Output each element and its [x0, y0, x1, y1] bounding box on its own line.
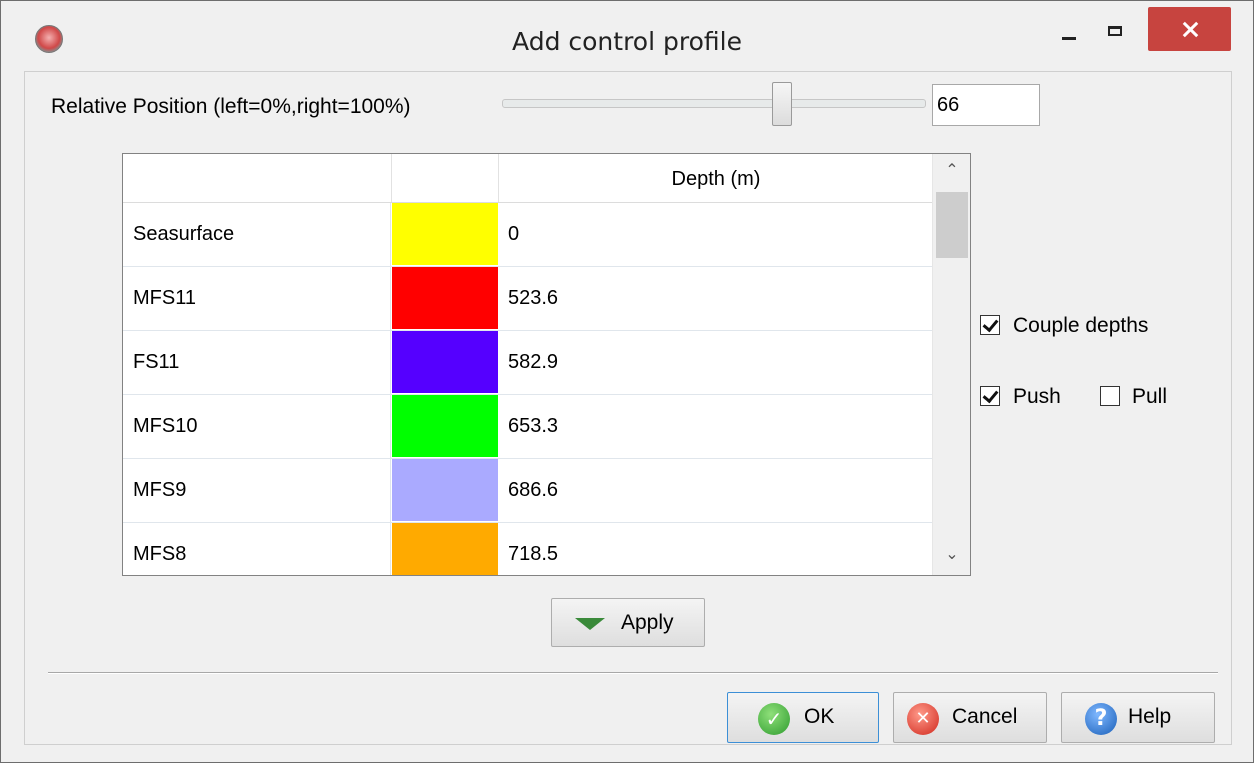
- header-name[interactable]: [123, 154, 392, 202]
- table-scrollbar[interactable]: ⌃ ⌄: [932, 154, 970, 575]
- horizon-depth-cell[interactable]: 718.5: [499, 523, 931, 575]
- horizon-depth-cell[interactable]: 686.6: [499, 459, 931, 522]
- triangle-down-icon: [575, 618, 605, 630]
- separator: [48, 672, 1218, 674]
- help-label: Help: [1128, 705, 1172, 728]
- checkmark-circle-icon: ✓: [758, 703, 790, 735]
- scroll-down-icon[interactable]: ⌄: [933, 544, 970, 574]
- scroll-up-icon[interactable]: ⌃: [933, 160, 970, 190]
- table-row[interactable]: MFS9 686.6: [123, 459, 933, 523]
- position-slider-track[interactable]: [502, 99, 926, 108]
- pull-checkbox[interactable]: [1100, 386, 1120, 406]
- horizon-depth-cell[interactable]: 0: [499, 203, 931, 266]
- question-circle-icon: ?: [1085, 703, 1117, 735]
- horizon-name-cell[interactable]: MFS8: [123, 523, 391, 575]
- ok-button[interactable]: ✓ OK: [727, 692, 879, 743]
- apply-label: Apply: [621, 611, 674, 634]
- title-bar[interactable]: Add control profile: [1, 1, 1253, 71]
- horizon-color-cell[interactable]: [392, 331, 498, 393]
- horizon-name-cell[interactable]: MFS11: [123, 267, 391, 330]
- maximize-button[interactable]: [1099, 7, 1139, 45]
- ok-label: OK: [804, 705, 835, 728]
- relative-position-label: Relative Position (left=0%,right=100%): [51, 95, 411, 118]
- horizon-color-cell[interactable]: [392, 459, 498, 521]
- help-button[interactable]: ? Help: [1061, 692, 1215, 743]
- push-label: Push: [1013, 385, 1061, 408]
- header-color[interactable]: [392, 154, 499, 202]
- horizon-name-cell[interactable]: MFS10: [123, 395, 391, 458]
- horizon-color-cell[interactable]: [392, 203, 498, 265]
- horizon-color-cell[interactable]: [392, 267, 498, 329]
- table-row[interactable]: Seasurface 0: [123, 203, 933, 267]
- horizon-name-cell[interactable]: Seasurface: [123, 203, 391, 266]
- horizon-name-cell[interactable]: FS11: [123, 331, 391, 394]
- minimize-button[interactable]: [1053, 7, 1093, 45]
- horizon-name-cell[interactable]: MFS9: [123, 459, 391, 522]
- couple-depths-checkbox[interactable]: [980, 315, 1000, 335]
- horizon-depth-cell[interactable]: 523.6: [499, 267, 931, 330]
- horizon-depth-cell[interactable]: 653.3: [499, 395, 931, 458]
- cancel-button[interactable]: ✕ Cancel: [893, 692, 1047, 743]
- scrollbar-thumb[interactable]: [936, 192, 968, 258]
- pull-label: Pull: [1132, 385, 1168, 408]
- table-row[interactable]: FS11 582.9: [123, 331, 933, 395]
- push-checkbox[interactable]: [980, 386, 1000, 406]
- table-header: Depth (m): [123, 154, 933, 203]
- apply-button[interactable]: Apply: [551, 598, 705, 647]
- horizon-color-cell[interactable]: [392, 395, 498, 457]
- table-row[interactable]: MFS8 718.5: [123, 523, 933, 575]
- close-button[interactable]: [1148, 7, 1231, 51]
- horizon-depth-cell[interactable]: 582.9: [499, 331, 931, 394]
- position-slider-thumb[interactable]: [771, 82, 792, 126]
- couple-depths-label: Couple depths: [1013, 314, 1149, 337]
- horizons-table: Depth (m) Seasurface 0 MFS11 523.6 FS11 …: [122, 153, 971, 576]
- cancel-label: Cancel: [952, 705, 1018, 728]
- position-input[interactable]: 66: [932, 84, 1040, 126]
- x-circle-icon: ✕: [907, 703, 939, 735]
- header-depth[interactable]: Depth (m): [499, 154, 933, 202]
- table-row[interactable]: MFS10 653.3: [123, 395, 933, 459]
- table-row[interactable]: MFS11 523.6: [123, 267, 933, 331]
- horizon-color-cell[interactable]: [392, 523, 498, 575]
